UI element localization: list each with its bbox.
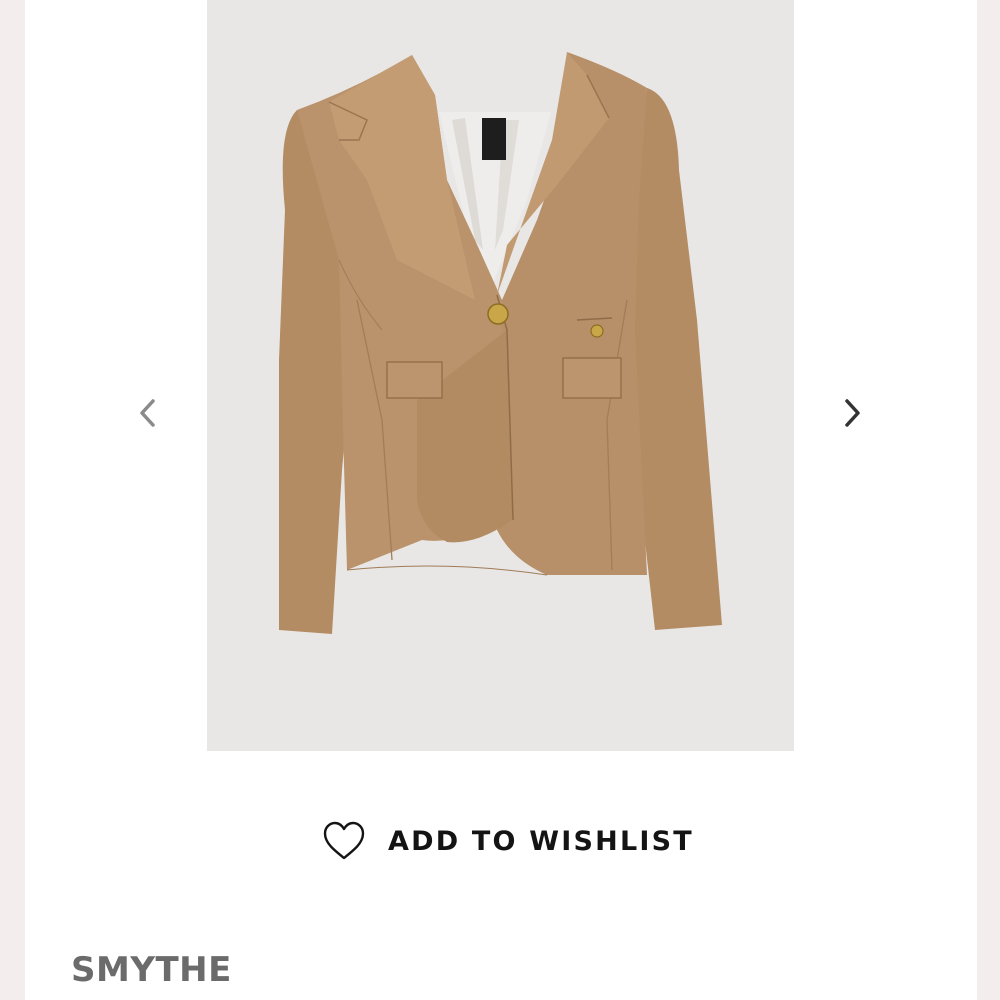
page-edge-left [0,0,25,1000]
chevron-right-icon [845,399,860,427]
brand-name[interactable]: SMYTHE [71,948,232,992]
add-to-wishlist-button[interactable]: ADD TO WISHLIST [322,818,694,864]
chevron-left-icon [140,399,155,427]
page-edge-right [977,0,1000,1000]
wishlist-label: ADD TO WISHLIST [388,825,694,857]
product-image [279,52,722,634]
gallery-next-button[interactable] [833,393,873,433]
product-image-gallery[interactable] [207,0,794,751]
heart-icon [323,821,365,860]
gallery-prev-button[interactable] [127,393,167,433]
